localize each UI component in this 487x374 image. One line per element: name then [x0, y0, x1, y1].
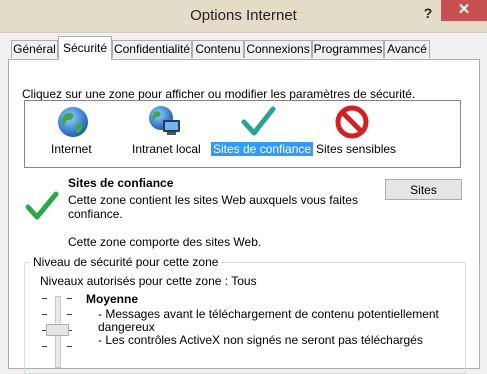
level-description-line: - Les contrôles ActiveX non signés ne se… [98, 333, 423, 347]
slider-tick [67, 314, 72, 315]
help-button[interactable]: ? [416, 4, 440, 22]
tab-strip: Général Sécurité Confidentialité Contenu… [0, 36, 487, 60]
slider-tick [67, 298, 72, 299]
globe-computer-icon [149, 106, 180, 135]
zone-instruction: Cliquez sur une zone pour afficher ou mo… [22, 87, 416, 101]
zone-label-restricted-sites: Sites sensibles [316, 142, 397, 156]
slider-tick [67, 346, 72, 347]
description-line: Cette zone contient les sites Web auxque… [68, 193, 358, 207]
sites-button[interactable]: Sites [385, 179, 462, 200]
slider-tick [42, 346, 47, 347]
allowed-levels-text: Niveaux autorisés pour cette zone : Tous [40, 274, 257, 288]
zone-label-local-intranet: Intranet local [132, 142, 201, 156]
security-level-description: - Messages avant le téléchargement de co… [98, 308, 439, 347]
zone-label-internet: Internet [51, 142, 92, 156]
security-level-group-label: Niveau de sécurité pour cette zone [30, 255, 222, 269]
description-line: confiance. [68, 207, 123, 221]
tab-connections[interactable]: Connexions [244, 40, 312, 58]
window-title: Options Internet [190, 7, 297, 24]
tab-privacy[interactable]: Confidentialité [112, 40, 192, 58]
checkmark-icon [241, 106, 276, 136]
slider-tick [42, 314, 47, 315]
globe-icon [58, 107, 88, 137]
selected-zone-note: Cette zone comporte des sites Web. [68, 235, 262, 249]
checkmark-icon [25, 191, 59, 220]
close-button[interactable]: ✕ [441, 0, 487, 21]
restricted-icon [335, 105, 369, 139]
tab-general[interactable]: Général [11, 40, 58, 58]
tab-content[interactable]: Contenu [192, 40, 244, 58]
tab-programs[interactable]: Programmes [312, 40, 384, 58]
zone-label-trusted-sites: Sites de confiance [211, 142, 314, 156]
tab-security[interactable]: Sécurité [58, 36, 112, 60]
window-titlebar: Options Internet ? ✕ [0, 0, 487, 33]
slider-thumb[interactable] [46, 324, 69, 336]
selected-zone-title: Sites de confiance [68, 176, 174, 190]
tab-advanced[interactable]: Avancé [384, 40, 430, 58]
slider-tick [42, 298, 47, 299]
security-level-name: Moyenne [86, 292, 139, 306]
selected-zone-description: Cette zone contient les sites Web auxque… [68, 193, 368, 221]
